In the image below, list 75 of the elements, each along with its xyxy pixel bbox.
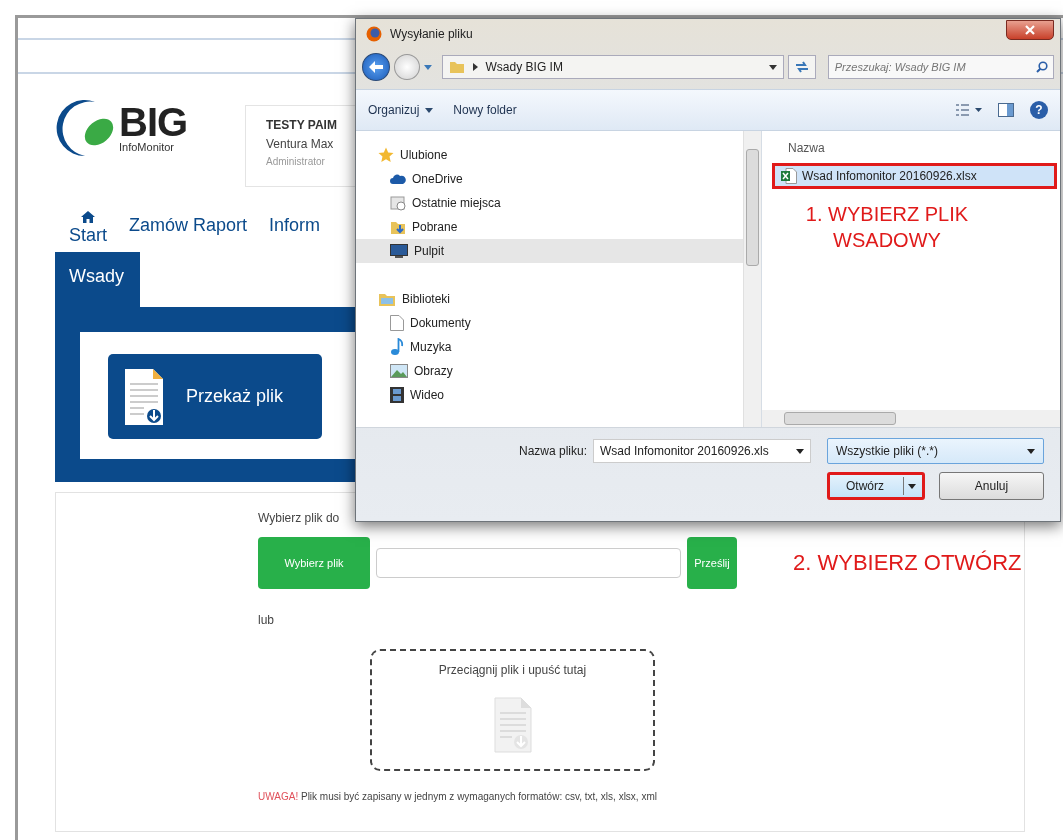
refresh-button[interactable] xyxy=(787,55,816,79)
file-upload-icon xyxy=(124,367,164,426)
download-folder-icon xyxy=(390,219,406,235)
dropdown-caret-icon xyxy=(1027,448,1035,454)
dialog-title: Wysyłanie pliku xyxy=(390,27,473,41)
user-role: Administrator xyxy=(266,156,326,167)
view-options-button[interactable] xyxy=(956,103,982,117)
document-icon xyxy=(390,315,404,331)
new-folder-button[interactable]: Nowy folder xyxy=(453,103,517,117)
home-icon xyxy=(81,211,95,223)
tree-item[interactable]: Muzyka xyxy=(356,335,743,359)
organize-menu[interactable]: Organizuj xyxy=(368,103,434,117)
back-arrow-icon xyxy=(368,61,383,73)
spreadsheet-file-icon xyxy=(781,168,797,184)
folder-icon xyxy=(448,59,465,75)
drop-zone[interactable]: Przeciągnij plik i upuść tutaj xyxy=(370,649,655,771)
pane-icon xyxy=(998,103,1014,117)
file-name-label: Nazwa pliku: xyxy=(518,444,587,458)
file-path-field[interactable] xyxy=(376,548,681,578)
nav-link[interactable]: Inform xyxy=(269,216,321,244)
caret-icon xyxy=(425,107,434,113)
search-field[interactable]: Przeszukaj: Wsady BIG IM xyxy=(827,55,1054,79)
company-name: TESTY PAIM xyxy=(266,118,338,132)
refresh-icon xyxy=(793,61,810,73)
nav-link[interactable]: Start xyxy=(69,211,107,244)
tree-item[interactable]: Dokumenty xyxy=(356,311,743,335)
column-header[interactable]: Nazwa xyxy=(788,141,1060,159)
tree-item[interactable]: OneDrive xyxy=(356,167,743,191)
annotation-text: 2. WYBIERZ OTWÓRZ xyxy=(793,550,1022,576)
recent-places-icon xyxy=(390,195,406,211)
annotation-text: 1. WYBIERZ PLIK WSADOWY xyxy=(804,202,970,253)
preview-pane-button[interactable] xyxy=(998,103,1014,117)
tree-item[interactable]: Wideo xyxy=(356,383,743,407)
warning-text: UWAGA! Plik musi być zapisany w jednym z wymaganych formatów: csv, txt, xls, xlsx, xml xyxy=(258,791,658,802)
file-icon xyxy=(493,697,532,753)
address-bar[interactable]: Wsady BIG IM xyxy=(441,55,784,79)
tab[interactable]: Wsady xyxy=(55,252,140,307)
music-note-icon xyxy=(390,338,404,356)
tree-item[interactable]: Obrazy xyxy=(356,359,743,383)
browser-icon xyxy=(366,26,382,42)
film-icon xyxy=(390,387,404,403)
dropdown-caret-icon xyxy=(796,448,804,454)
chevron-icon xyxy=(472,63,478,71)
logo-name: BIG xyxy=(119,101,188,142)
cloud-icon xyxy=(390,173,406,185)
scrollbar[interactable] xyxy=(743,131,761,427)
list-view-icon xyxy=(956,103,982,117)
close-icon xyxy=(1025,25,1035,35)
tree-item[interactable]: Pobrane xyxy=(356,215,743,239)
open-button[interactable]: Otwórz xyxy=(827,472,925,500)
or-label: lub xyxy=(258,613,275,627)
back-button[interactable] xyxy=(362,53,390,81)
scrollbar[interactable] xyxy=(762,410,1060,427)
desktop-icon xyxy=(390,244,408,258)
file-name-field[interactable]: Wsad Infomonitor 20160926.xls xyxy=(593,439,811,463)
nav-link[interactable]: Zamów Raport xyxy=(129,216,248,244)
history-caret-icon[interactable] xyxy=(423,64,432,70)
close-button[interactable] xyxy=(1006,20,1054,40)
tree-item[interactable]: Pulpit xyxy=(356,239,743,263)
file-type-dropdown[interactable]: Wszystkie pliki (*.*) xyxy=(827,438,1044,464)
picture-icon xyxy=(390,364,408,378)
logo-subtitle: InfoMonitor xyxy=(119,141,176,153)
cancel-button[interactable]: Anuluj xyxy=(939,472,1044,500)
tree-item[interactable]: Ostatnie miejsca xyxy=(356,191,743,215)
tree-item[interactable]: Biblioteki xyxy=(356,287,743,311)
star-icon xyxy=(378,147,394,163)
library-icon xyxy=(378,291,396,307)
tree-item[interactable]: Ulubione xyxy=(356,143,743,167)
file-row[interactable]: Wsad Infomonitor 20160926.xlsx xyxy=(772,163,1057,189)
prompt-text: Wybierz plik do xyxy=(258,511,341,525)
search-icon xyxy=(1036,61,1048,73)
user-name: Ventura Max xyxy=(266,137,335,151)
dropdown-caret-icon xyxy=(768,64,777,70)
help-button[interactable]: ? xyxy=(1030,101,1048,119)
upload-button[interactable]: Przekaż plik xyxy=(108,354,322,439)
